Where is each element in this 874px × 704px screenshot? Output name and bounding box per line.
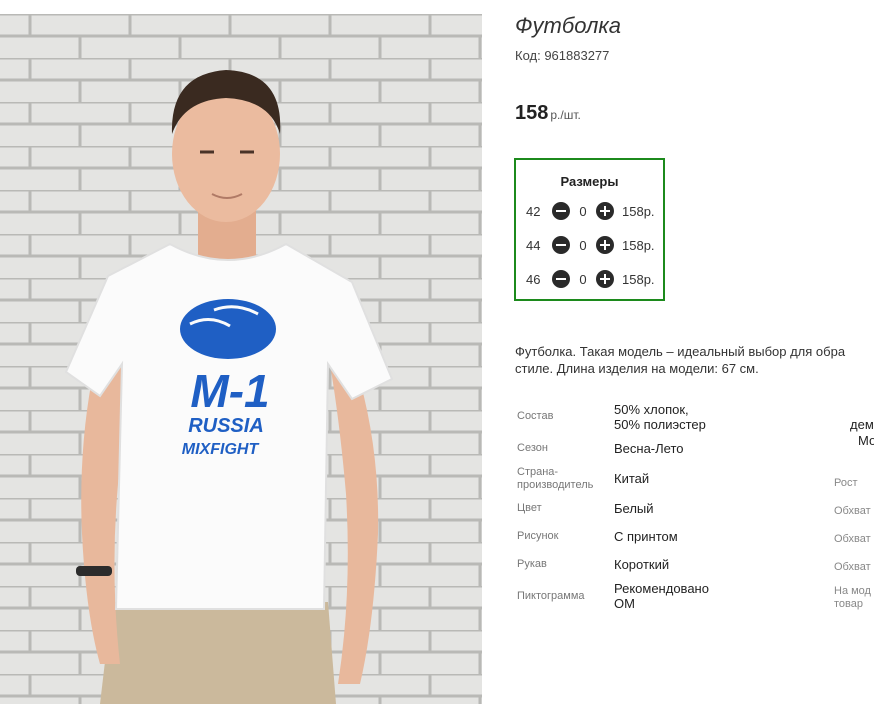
description-line: Футболка. Такая модель – идеальный выбор… — [515, 344, 846, 359]
quantity-value: 0 — [579, 237, 587, 253]
attr-value-country: Китай — [614, 471, 650, 486]
quantity-value: 0 — [579, 271, 587, 287]
attr-label-pattern: Рисунок — [517, 530, 559, 542]
increase-quantity-button[interactable] — [596, 270, 614, 288]
attr-label-country: Страна- производитель — [517, 466, 593, 492]
size-chart-label: На мод товар — [834, 585, 871, 611]
increase-quantity-button[interactable] — [596, 202, 614, 220]
quantity-value: 0 — [579, 203, 587, 219]
size-price: 158р. — [622, 203, 655, 219]
attr-label-sleeve: Рукав — [517, 558, 547, 570]
print-logo-main: M-1 — [190, 365, 269, 417]
product-photo[interactable]: M-1 RUSSIA MIXFIGHT — [0, 14, 482, 704]
attr-label-color: Цвет — [517, 502, 542, 514]
attr-label-pictogram: Пиктограмма — [517, 590, 585, 602]
size-chart-label: Обхват — [834, 505, 871, 517]
attr-label-line: Страна- — [517, 466, 559, 478]
attr-label-season: Сезон — [517, 442, 548, 454]
size-chart-label-line: товар — [834, 598, 863, 610]
decrease-quantity-button[interactable] — [552, 236, 570, 254]
size-label: 42 — [526, 203, 541, 219]
attr-value-pictogram: Рекомендовано ОМ — [614, 581, 709, 611]
size-row: 46 0 158р. — [526, 269, 655, 289]
price-unit: р./шт. — [550, 108, 581, 122]
attr-label-composition: Состав — [517, 410, 554, 422]
attr-value-line: 50% хлопок, — [614, 402, 689, 417]
attr-label-line: производитель — [517, 479, 594, 491]
size-price: 158р. — [622, 237, 655, 253]
size-chart-label: Обхват — [834, 533, 871, 545]
decrease-quantity-button[interactable] — [552, 270, 570, 288]
size-label: 46 — [526, 271, 541, 287]
attr-value-color: Белый — [614, 501, 654, 516]
decrease-quantity-button[interactable] — [552, 202, 570, 220]
sizes-panel: Размеры 42 0 158р. 44 0 158р. 46 0 158р. — [514, 158, 665, 301]
price-value: 158 — [515, 102, 549, 124]
size-chart-label-line: На мод — [834, 585, 871, 597]
description-line: стиле. Длина изделия на модели: 67 см. — [515, 361, 759, 376]
attr-value-line: 50% полиэстер — [614, 417, 706, 432]
product-code: Код: 961883277 — [515, 48, 610, 63]
print-logo-line2: RUSSIA — [188, 415, 264, 437]
attr-value-season: Весна-Лето — [614, 441, 684, 456]
attr-value-pattern: С принтом — [614, 529, 678, 544]
increase-quantity-button[interactable] — [596, 236, 614, 254]
product-title: Футболка — [515, 13, 621, 38]
right-column-fragment: дем — [850, 417, 874, 432]
attr-value-composition: 50% хлопок, 50% полиэстер — [614, 402, 706, 432]
size-chart-label: Рост — [834, 477, 858, 489]
size-row: 44 0 158р. — [526, 235, 655, 255]
print-logo-line3: MIXFIGHT — [182, 441, 260, 458]
attr-value-line: ОМ — [614, 596, 635, 611]
sizes-header: Размеры — [560, 174, 619, 189]
product-photo-image: M-1 RUSSIA MIXFIGHT — [0, 14, 482, 704]
size-label: 44 — [526, 237, 541, 253]
right-column-fragment: Мо — [858, 433, 874, 448]
size-row: 42 0 158р. — [526, 201, 655, 221]
attr-value-line: Рекомендовано — [614, 581, 709, 596]
size-price: 158р. — [622, 271, 655, 287]
product-price: 158 р./шт. — [515, 102, 581, 125]
size-chart-label: Обхват — [834, 561, 871, 573]
product-description: Футболка. Такая модель – идеальный выбор… — [515, 343, 874, 377]
attr-value-sleeve: Короткий — [614, 557, 670, 572]
